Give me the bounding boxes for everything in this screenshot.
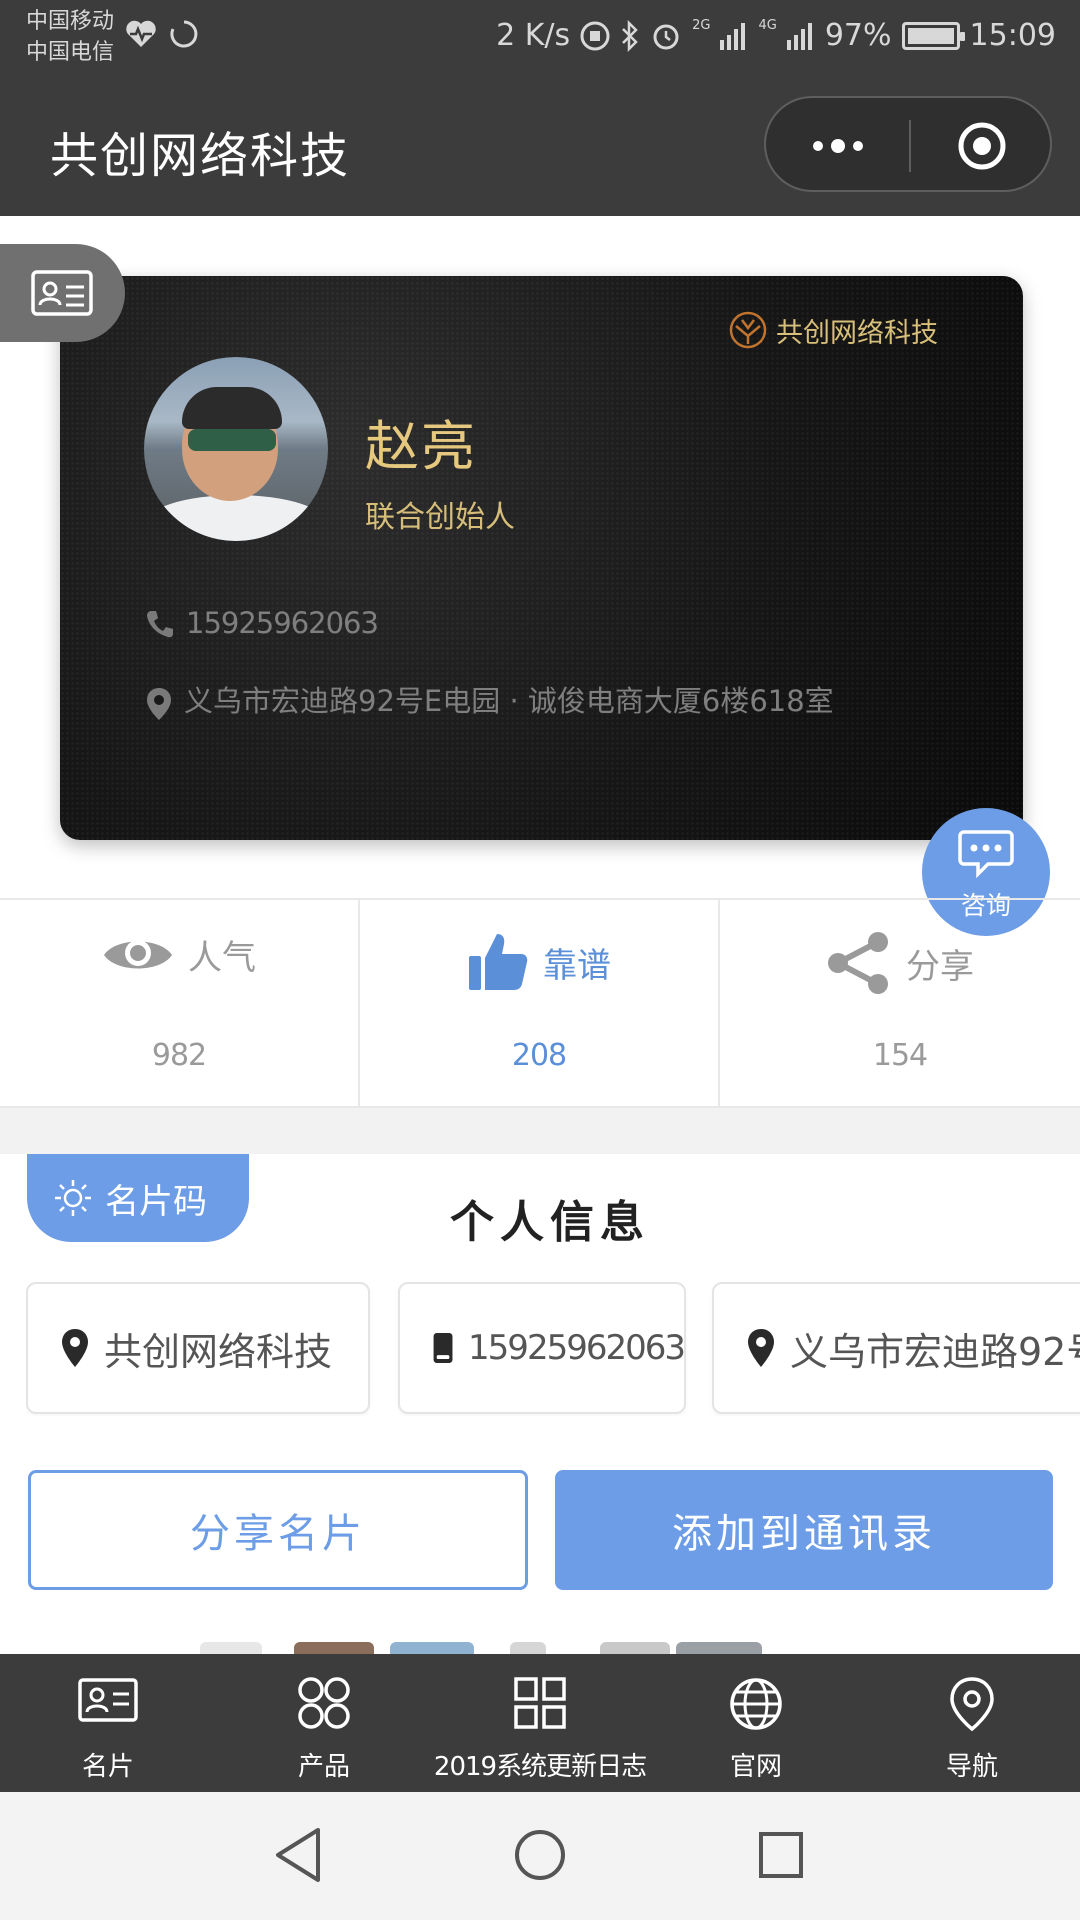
sync-icon bbox=[170, 20, 198, 48]
tab-products[interactable]: 产品 bbox=[216, 1654, 432, 1792]
tab-navigation[interactable]: 导航 bbox=[864, 1654, 1080, 1792]
mobile-phone-icon bbox=[433, 1333, 453, 1363]
clock: 15:09 bbox=[969, 18, 1056, 53]
tab-update-log[interactable]: 2019系统更新日志 bbox=[432, 1654, 648, 1792]
company-logo-icon bbox=[729, 311, 767, 349]
eye-icon bbox=[104, 939, 172, 968]
tab-label: 导航 bbox=[945, 1752, 998, 1782]
phone-number: 15925962063 bbox=[468, 1328, 686, 1368]
tab-label: 产品 bbox=[297, 1752, 350, 1782]
company-name: 共创网络科技 bbox=[104, 1329, 333, 1374]
hd-call-icon bbox=[580, 21, 610, 50]
card-brand: 共创网络科技 bbox=[728, 310, 938, 350]
tab-website[interactable]: 官网 bbox=[648, 1654, 864, 1792]
heart-rate-icon bbox=[126, 20, 156, 47]
phone-icon bbox=[147, 611, 173, 638]
battery-icon bbox=[901, 21, 965, 50]
recents-icon[interactable] bbox=[756, 1826, 806, 1884]
capsule-divider bbox=[909, 120, 911, 172]
chat-bubble-icon bbox=[958, 830, 1014, 878]
thumbnail-peek bbox=[510, 1642, 546, 1654]
page-title: 共创网络科技 bbox=[50, 128, 351, 184]
signal-bars-icon bbox=[786, 22, 812, 50]
stat-reliable[interactable]: 靠谱 208 bbox=[360, 900, 720, 1106]
thumbnail-peek bbox=[600, 1642, 670, 1654]
share-card-button[interactable]: 分享名片 bbox=[28, 1470, 528, 1590]
share-icon bbox=[828, 932, 888, 994]
stat-label: 分享 bbox=[906, 946, 974, 987]
card-phone: 15925962063 bbox=[186, 606, 379, 640]
system-nav-bar bbox=[0, 1792, 1080, 1920]
address: 义乌市宏迪路92号 bbox=[790, 1329, 1080, 1374]
carrier-2: 中国电信 bbox=[26, 40, 115, 65]
mini-program-header: 共创网络科技 bbox=[0, 78, 1080, 216]
section-divider bbox=[0, 1108, 1080, 1154]
capsule-menu bbox=[764, 96, 1052, 192]
tab-label: 官网 bbox=[729, 1752, 782, 1782]
section-title: 个人信息 bbox=[450, 1197, 650, 1248]
carrier-1: 中国移动 bbox=[26, 9, 115, 34]
alarm-icon bbox=[653, 24, 679, 49]
status-bar: 中国移动 中国电信 2 K/s 2G 4G 97% 15:09 bbox=[0, 0, 1080, 78]
thumbnail-peek bbox=[676, 1642, 762, 1654]
stat-label: 人气 bbox=[188, 938, 256, 978]
business-card: 共创网络科技 赵亮 联合创始人 15925962063 义乌市宏迪路92号E电园… bbox=[60, 276, 1023, 840]
phone-chip[interactable]: 15925962063 bbox=[398, 1282, 686, 1414]
battery-percent: 97% bbox=[824, 18, 892, 53]
stat-popularity: 人气 982 bbox=[0, 900, 360, 1106]
stat-value: 982 bbox=[151, 1038, 207, 1073]
card-name: 赵亮 bbox=[365, 415, 477, 478]
card-address: 义乌市宏迪路92号E电园 · 诚俊电商大厦6楼618室 bbox=[184, 684, 834, 718]
card-job-title: 联合创始人 bbox=[365, 500, 515, 535]
thumbnail-peek bbox=[200, 1642, 262, 1654]
net-speed: 2 K/s bbox=[496, 18, 571, 53]
status-icons-right: 2 K/s 2G 4G 97% 15:09 bbox=[496, 18, 1056, 53]
location-pin-icon bbox=[950, 1677, 994, 1732]
stat-value: 208 bbox=[511, 1038, 567, 1073]
carrier-info: 中国移动 中国电信 bbox=[26, 6, 114, 68]
close-miniprogram-icon[interactable] bbox=[956, 120, 1008, 172]
thumbnail-peek bbox=[294, 1642, 374, 1654]
status-icons-left bbox=[124, 18, 200, 50]
card-address-row[interactable]: 义乌市宏迪路92号E电园 · 诚俊电商大厦6楼618室 bbox=[144, 680, 904, 722]
bottom-tab-bar: 名片 产品 2019系统更新日志 官网 导航 bbox=[0, 1654, 1080, 1792]
thumbs-up-icon bbox=[469, 934, 528, 990]
stat-share[interactable]: 分享 154 bbox=[720, 900, 1080, 1106]
stat-label: 靠谱 bbox=[543, 945, 611, 986]
back-icon[interactable] bbox=[272, 1826, 326, 1884]
signal-bars-icon bbox=[720, 22, 746, 50]
grid-squares-icon bbox=[514, 1677, 566, 1729]
add-to-contacts-button[interactable]: 添加到通讯录 bbox=[555, 1470, 1053, 1590]
location-pin-icon bbox=[147, 688, 171, 720]
card-brand-name: 共创网络科技 bbox=[776, 317, 938, 349]
globe-icon bbox=[730, 1678, 782, 1730]
signal-1-label: 2G bbox=[692, 18, 711, 33]
business-card-icon bbox=[78, 1678, 138, 1722]
company-chip[interactable]: 共创网络科技 bbox=[26, 1282, 370, 1414]
address-chip[interactable]: 义乌市宏迪路92号 bbox=[712, 1282, 1080, 1414]
location-pin-icon bbox=[748, 1329, 774, 1367]
card-phone-row[interactable]: 15925962063 bbox=[144, 602, 379, 644]
location-pin-icon bbox=[62, 1329, 88, 1367]
id-card-icon bbox=[31, 270, 93, 316]
tab-label: 2019系统更新日志 bbox=[433, 1752, 647, 1782]
avatar bbox=[144, 357, 328, 541]
stat-value: 154 bbox=[872, 1038, 928, 1073]
tab-business-card[interactable]: 名片 bbox=[0, 1654, 216, 1792]
more-options-icon[interactable] bbox=[806, 122, 870, 170]
stats-row: 人气 982 靠谱 208 分享 154 bbox=[0, 898, 1080, 1108]
thumbnail-peek bbox=[390, 1642, 474, 1654]
home-icon[interactable] bbox=[512, 1826, 568, 1884]
info-chips: 共创网络科技 15925962063 义乌市宏迪路92号 bbox=[26, 1282, 1080, 1416]
tab-label: 名片 bbox=[81, 1752, 134, 1782]
bluetooth-icon bbox=[622, 19, 638, 52]
grid-circles-icon bbox=[298, 1677, 350, 1729]
card-style-tab[interactable] bbox=[0, 244, 125, 342]
signal-2-label: 4G bbox=[758, 18, 777, 33]
